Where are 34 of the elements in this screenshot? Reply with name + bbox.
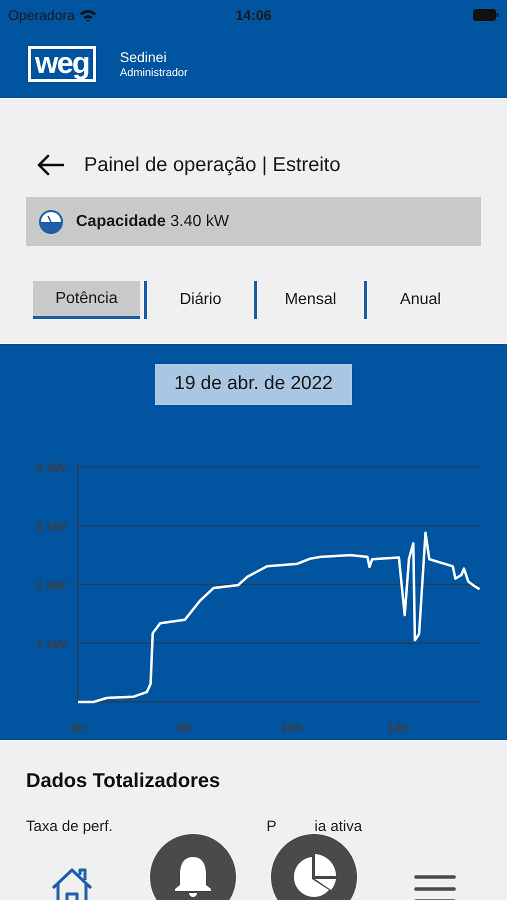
bell-icon [173,855,213,899]
x-tick-label: 12h [387,720,410,735]
wifi-icon [78,8,97,22]
user-name: Sedinei [120,48,168,66]
x-tick-label: 6h [70,720,86,735]
y-tick-label: 3 kW [36,518,66,534]
statistics-button[interactable] [271,834,357,900]
total-label: ia ativa [314,817,362,837]
user-role: Administrador [120,66,188,80]
back-button[interactable] [36,154,64,176]
period-tab[interactable]: Diário [147,281,254,319]
gauge-icon [38,208,64,234]
section-title: Dados Totalizadores [25,769,222,794]
battery-icon [473,9,499,21]
y-tick-label: 2 kW [36,578,66,592]
date-label: 19 de abr. de 2022 [155,364,352,405]
total-label: Taxa de perf. [26,817,113,837]
clock: 14:06 [236,6,272,24]
y-tick-label: 4 kW [36,460,66,475]
page-title: Painel de operação | Estreito [84,153,340,178]
back-arrow-icon [36,154,64,176]
logo: weg [28,46,96,82]
notifications-button[interactable] [150,834,236,900]
carrier-label: Operadora [8,6,75,25]
y-tick-label: 1 kW [36,636,66,652]
menu-icon [414,873,456,900]
home-icon [49,866,95,900]
period-tab[interactable]: Potência [33,281,140,319]
capacity-text: Capacidade 3.40 kW [76,212,229,232]
period-tab[interactable]: Anual [367,281,474,319]
x-tick-label: 10h [280,720,303,735]
total-label: P [266,817,277,837]
period-tab[interactable]: Mensal [257,281,364,319]
x-tick-label: 8h [177,720,192,735]
